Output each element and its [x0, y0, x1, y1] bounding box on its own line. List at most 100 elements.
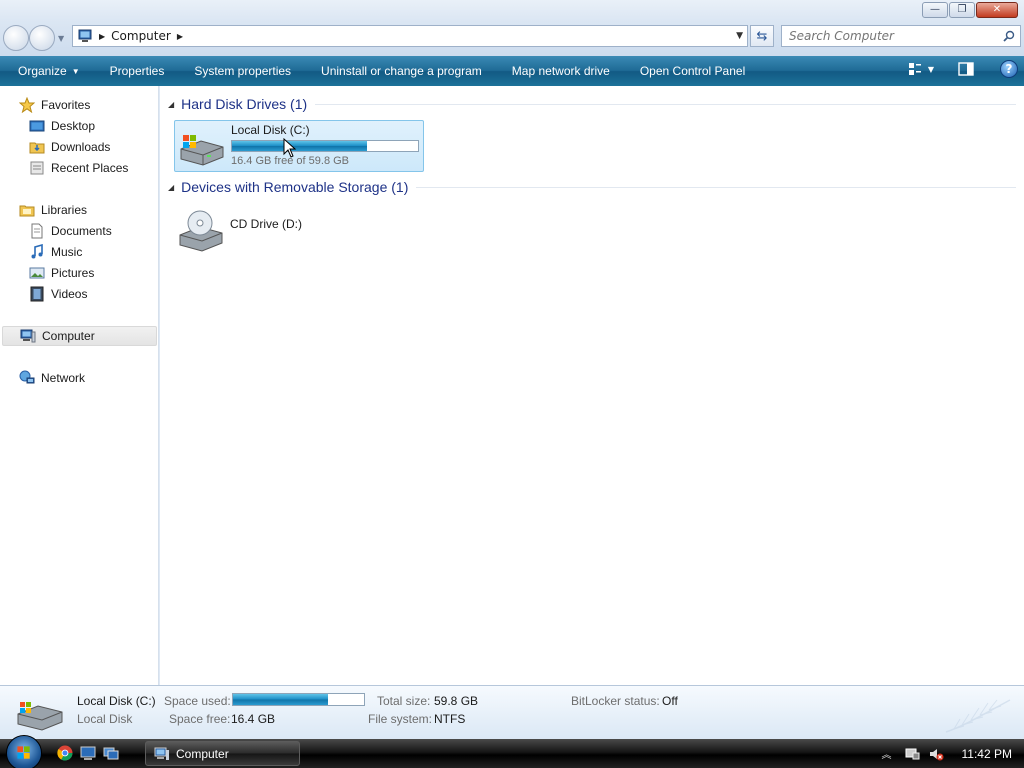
sidebar-item-label: Favorites: [41, 98, 91, 112]
address-dropdown-icon[interactable]: ▼: [736, 31, 743, 41]
group-removable-storage[interactable]: ◢ Devices with Removable Storage (1): [168, 177, 1016, 197]
computer-icon: [20, 329, 36, 343]
back-button[interactable]: [3, 25, 29, 51]
sidebar-item-videos[interactable]: Videos: [29, 284, 87, 304]
total-size-value: 59.8 GB: [434, 694, 479, 708]
volume-muted-icon[interactable]: [928, 746, 944, 762]
open-control-panel-button[interactable]: Open Control Panel: [625, 56, 760, 86]
sidebar-item-network[interactable]: Network: [19, 368, 85, 388]
space-free-label: Space free:: [169, 712, 231, 726]
title-bar: — ❐ ✕: [0, 0, 1024, 22]
feather-watermark-icon: [945, 699, 1011, 733]
space-free-value: 16.4 GB: [231, 712, 276, 726]
breadcrumb-computer[interactable]: Computer: [111, 29, 171, 43]
sidebar-item-label: Pictures: [51, 266, 95, 280]
music-note-icon: [31, 244, 43, 259]
group-title: Devices with Removable Storage (1): [181, 179, 409, 195]
mouse-pointer-icon: [283, 138, 297, 158]
taskbar-item-computer[interactable]: Computer: [145, 741, 300, 766]
map-network-drive-button[interactable]: Map network drive: [497, 56, 625, 86]
minimize-icon: —: [930, 4, 940, 15]
file-system-value: NTFS: [434, 712, 466, 726]
search-icon[interactable]: [1003, 30, 1015, 42]
preview-pane-icon[interactable]: [958, 62, 974, 76]
libraries-icon: [19, 205, 35, 217]
system-tray: ︽ 11:42 PM: [882, 739, 1024, 768]
help-button[interactable]: ?: [1000, 60, 1018, 78]
clock[interactable]: 11:42 PM: [952, 747, 1024, 761]
drive-item-local-disk-c[interactable]: Local Disk (C:) 16.4 GB free of 59.8 GB: [174, 120, 424, 172]
sidebar-item-pictures[interactable]: Pictures: [29, 263, 94, 283]
group-divider: [315, 103, 1016, 105]
space-used-fill: [233, 694, 329, 705]
drive-name: Local Disk (C:): [231, 123, 310, 137]
breadcrumb-separator-icon[interactable]: ▶: [99, 32, 105, 41]
refresh-button[interactable]: ⇆: [750, 25, 774, 47]
switch-windows-icon[interactable]: [103, 745, 119, 761]
show-desktop-icon[interactable]: [80, 745, 96, 761]
sidebar-item-label: Music: [51, 245, 83, 259]
collapse-triangle-icon[interactable]: ◢: [168, 100, 174, 109]
documents-icon: [31, 223, 43, 239]
search-input[interactable]: [782, 29, 982, 43]
sidebar-item-desktop[interactable]: Desktop: [29, 116, 95, 136]
taskbar: Computer ︽ 11:42 PM: [0, 735, 1024, 768]
sidebar-item-recent-places[interactable]: Recent Places: [29, 158, 128, 178]
forward-button[interactable]: [29, 25, 55, 51]
recent-pages-dropdown-icon[interactable]: ▼: [58, 34, 64, 43]
sidebar-item-label: Documents: [51, 224, 112, 238]
hard-disk-icon: [180, 135, 224, 166]
network-status-icon[interactable]: [904, 746, 920, 762]
sidebar-item-favorites[interactable]: Favorites: [19, 95, 90, 115]
breadcrumb-chevron-icon[interactable]: ▶: [177, 32, 183, 41]
taskbar-item-label: Computer: [176, 746, 229, 761]
properties-button[interactable]: Properties: [95, 56, 180, 86]
bitlocker-status-label: BitLocker status:: [571, 694, 660, 708]
details-pane: Local Disk (C:) Local Disk Space used: S…: [0, 685, 1024, 739]
uninstall-program-button[interactable]: Uninstall or change a program: [306, 56, 497, 86]
search-box[interactable]: [781, 25, 1021, 47]
start-button[interactable]: [6, 735, 42, 768]
change-view-icon[interactable]: [908, 62, 922, 76]
drive-name: CD Drive (D:): [230, 217, 302, 231]
content-pane: ◢ Hard Disk Drives (1) Local Disk (C:) 1…: [160, 86, 1024, 685]
sidebar-item-downloads[interactable]: Downloads: [29, 137, 110, 157]
hard-disk-icon: [17, 702, 63, 731]
drive-item-cd-drive-d[interactable]: CD Drive (D:): [174, 203, 424, 255]
recent-places-icon: [30, 161, 44, 175]
sidebar-item-label: Desktop: [51, 119, 96, 133]
address-bar[interactable]: ▶ Computer ▶ ▼: [72, 25, 748, 47]
sidebar-item-libraries[interactable]: Libraries: [19, 200, 87, 220]
organize-dropdown-icon: ▼: [71, 66, 80, 76]
sidebar-item-label: Libraries: [41, 203, 88, 217]
sidebar-item-computer[interactable]: Computer: [2, 326, 157, 346]
drive-usage-bar: [231, 140, 419, 152]
sidebar-item-label: Network: [41, 371, 86, 385]
collapse-triangle-icon[interactable]: ◢: [168, 183, 174, 192]
sidebar-item-label: Videos: [51, 287, 88, 301]
chrome-icon[interactable]: [57, 745, 73, 761]
caption-buttons: — ❐ ✕: [922, 2, 1018, 18]
show-hidden-icons-icon[interactable]: ︽: [882, 746, 892, 761]
command-bar: Organize ▼ Properties System properties U…: [0, 56, 1024, 86]
space-used-label: Space used:: [164, 694, 231, 708]
system-properties-button[interactable]: System properties: [179, 56, 306, 86]
organize-button[interactable]: Organize ▼: [0, 56, 95, 86]
total-size-label: Total size:: [377, 694, 431, 708]
sidebar-item-music[interactable]: Music: [29, 242, 82, 262]
close-button[interactable]: ✕: [976, 2, 1018, 18]
sidebar-item-label: Computer: [42, 329, 95, 343]
sidebar-item-label: Recent Places: [51, 161, 129, 175]
maximize-button[interactable]: ❐: [949, 2, 975, 18]
network-icon: [19, 370, 35, 384]
videos-icon: [30, 286, 44, 302]
help-icon: ?: [1005, 62, 1013, 76]
group-hard-disk-drives[interactable]: ◢ Hard Disk Drives (1): [168, 94, 1016, 114]
minimize-button[interactable]: —: [922, 2, 948, 18]
restore-icon: ❐: [957, 4, 967, 15]
view-options-dropdown-icon[interactable]: ▼: [928, 65, 934, 74]
sidebar-item-documents[interactable]: Documents: [29, 221, 112, 241]
cd-drive-icon: [179, 210, 223, 252]
drive-usage-fill: [232, 141, 368, 151]
address-row: ▼ ▶ Computer ▶ ▼ ⇆: [0, 22, 1024, 56]
